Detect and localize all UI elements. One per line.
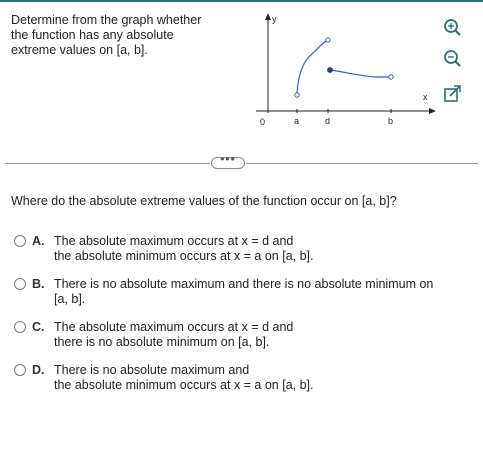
option-line: The absolute maximum occurs at x = d and bbox=[54, 320, 294, 334]
option-line: the absolute minimum occurs at x = a on … bbox=[54, 378, 314, 392]
option-text: There is no absolute maximum and there i… bbox=[54, 277, 464, 307]
prompt-line: Determine from the graph whether bbox=[11, 13, 202, 27]
option-letter: B. bbox=[32, 277, 45, 291]
open-point-top bbox=[325, 37, 331, 43]
prompt-line: the function has any absolute bbox=[11, 28, 174, 42]
radio-button[interactable] bbox=[14, 278, 26, 290]
tick-label-d: d bbox=[325, 116, 330, 126]
option-line: There is no absolute maximum and bbox=[54, 363, 250, 377]
option-line: the absolute minimum occurs at x = a on … bbox=[54, 249, 314, 263]
option-line: [a, b]. bbox=[54, 292, 86, 306]
y-axis-arrow bbox=[265, 13, 271, 20]
curve-rising-segment bbox=[296, 40, 327, 94]
option-line: There is no absolute maximum and there i… bbox=[54, 277, 434, 291]
tick-label-b: b bbox=[388, 116, 393, 126]
curve-falling-segment bbox=[329, 69, 389, 78]
prompt-line: extreme values on [a, b]. bbox=[11, 43, 148, 57]
open-point-start bbox=[294, 92, 300, 98]
y-axis-label: y bbox=[272, 14, 277, 24]
x-axis-label: x bbox=[423, 92, 428, 102]
option-text: The absolute maximum occurs at x = d and… bbox=[54, 320, 464, 350]
option-letter: C. bbox=[32, 320, 45, 334]
expand-more-button[interactable]: ••• bbox=[211, 152, 245, 169]
option-text: There is no absolute maximum and the abs… bbox=[54, 363, 464, 393]
magnifier-minus-icon[interactable] bbox=[440, 47, 466, 69]
option-line: The absolute maximum occurs at x = d and bbox=[54, 234, 294, 248]
problem-prompt: Determine from the graph whether the fun… bbox=[11, 13, 221, 58]
question-text: Where do the absolute extreme values of … bbox=[11, 194, 397, 208]
closed-point-d bbox=[327, 67, 333, 73]
option-text: The absolute maximum occurs at x = d and… bbox=[54, 234, 464, 264]
option-letter: D. bbox=[32, 363, 45, 377]
section-divider bbox=[246, 163, 478, 164]
origin-label: 0 bbox=[260, 117, 265, 127]
open-point-end bbox=[388, 74, 394, 80]
section-divider bbox=[5, 163, 210, 164]
more-dots: ••• bbox=[220, 152, 236, 166]
tick-label-a: a bbox=[294, 116, 299, 126]
option-line: there is no absolute minimum on [a, b]. bbox=[54, 335, 270, 349]
external-popout-icon[interactable] bbox=[440, 83, 466, 105]
function-graph: y x 0 a d b bbox=[256, 13, 436, 127]
radio-button[interactable] bbox=[14, 235, 26, 247]
magnifier-plus-icon[interactable] bbox=[440, 16, 466, 38]
option-letter: A. bbox=[32, 234, 45, 248]
radio-button[interactable] bbox=[14, 364, 26, 376]
radio-button[interactable] bbox=[14, 321, 26, 333]
top-border bbox=[0, 0, 483, 2]
x-axis-arrow bbox=[429, 108, 436, 114]
